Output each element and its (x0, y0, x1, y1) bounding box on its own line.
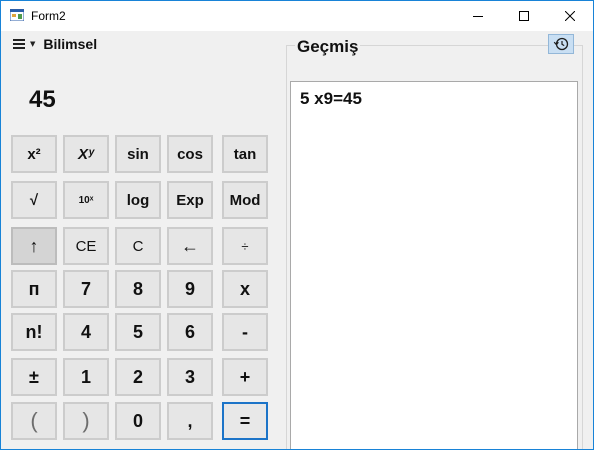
maximize-button[interactable] (501, 1, 547, 31)
digit-5-button[interactable]: 5 (115, 313, 161, 351)
open-paren-button[interactable]: ( (11, 402, 57, 440)
app-window: Form2 ▼ Bilimsel 45 x² Xʸ sin cos tan √ … (0, 0, 594, 450)
equals-button[interactable]: = (222, 402, 268, 440)
shift-button[interactable]: ↑ (11, 227, 57, 265)
history-entry[interactable]: 5 x9=45 (300, 89, 362, 109)
digit-9-button[interactable]: 9 (167, 270, 213, 308)
title-bar: Form2 (1, 1, 593, 31)
tan-button[interactable]: tan (222, 135, 268, 173)
mode-menu[interactable]: ▼ Bilimsel (13, 36, 97, 52)
exp-button[interactable]: Exp (167, 181, 213, 219)
result-display: 45 (29, 86, 56, 113)
hamburger-icon[interactable] (13, 39, 25, 49)
chevron-down-icon[interactable]: ▼ (30, 40, 35, 48)
digit-7-button[interactable]: 7 (63, 270, 109, 308)
close-paren-button[interactable]: ) (63, 402, 109, 440)
plus-button[interactable]: + (222, 358, 268, 396)
digit-4-button[interactable]: 4 (63, 313, 109, 351)
digit-0-button[interactable]: 0 (115, 402, 161, 440)
sin-button[interactable]: sin (115, 135, 161, 173)
maximize-icon (519, 11, 529, 21)
close-icon (565, 11, 575, 21)
pi-button[interactable]: п (11, 270, 57, 308)
minus-button[interactable]: - (222, 313, 268, 351)
close-button[interactable] (547, 1, 593, 31)
power-button[interactable]: Xʸ (63, 135, 109, 173)
minimize-button[interactable] (455, 1, 501, 31)
digit-3-button[interactable]: 3 (167, 358, 213, 396)
history-title: Geçmiş (295, 37, 361, 57)
comma-button[interactable]: , (167, 402, 213, 440)
multiply-button[interactable]: x (222, 270, 268, 308)
digit-8-button[interactable]: 8 (115, 270, 161, 308)
history-list[interactable]: 5 x9=45 (290, 81, 578, 449)
clear-button[interactable]: C (115, 227, 161, 265)
ten-power-button[interactable]: 10ˣ (63, 181, 109, 219)
digit-6-button[interactable]: 6 (167, 313, 213, 351)
clear-entry-button[interactable]: CE (63, 227, 109, 265)
minimize-icon (473, 16, 483, 17)
history-toggle-button[interactable] (548, 34, 574, 54)
digit-1-button[interactable]: 1 (63, 358, 109, 396)
client-area: ▼ Bilimsel 45 x² Xʸ sin cos tan √ 10ˣ lo… (1, 31, 593, 449)
app-icon (10, 9, 24, 21)
sqrt-button[interactable]: √ (11, 181, 57, 219)
digit-2-button[interactable]: 2 (115, 358, 161, 396)
plus-minus-button[interactable]: ± (11, 358, 57, 396)
divide-button[interactable]: ÷ (222, 227, 268, 265)
mod-button[interactable]: Mod (222, 181, 268, 219)
cos-button[interactable]: cos (167, 135, 213, 173)
mode-label[interactable]: Bilimsel (43, 36, 97, 52)
backspace-button[interactable]: ← (167, 227, 213, 265)
square-button[interactable]: x² (11, 135, 57, 173)
log-button[interactable]: log (115, 181, 161, 219)
history-clock-icon (553, 37, 569, 51)
factorial-button[interactable]: n! (11, 313, 57, 351)
window-title: Form2 (31, 9, 66, 23)
